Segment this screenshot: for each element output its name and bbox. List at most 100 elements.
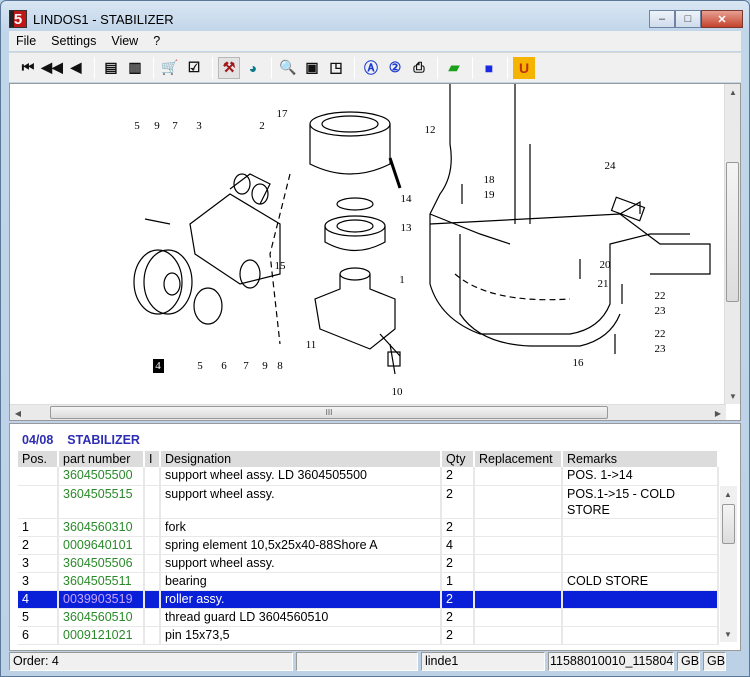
callout-23[interactable]: 23 bbox=[655, 343, 667, 355]
callout-5[interactable]: 5 bbox=[197, 360, 203, 372]
column-header-i[interactable]: I bbox=[144, 451, 161, 467]
page-number: 04/08 bbox=[22, 433, 54, 447]
page-corner-button[interactable]: ◳ bbox=[325, 57, 347, 79]
callout-21[interactable]: 21 bbox=[598, 278, 609, 290]
print-button[interactable]: ⎙ bbox=[408, 57, 430, 79]
page-back-button[interactable]: ▤ bbox=[100, 57, 122, 79]
scroll-down-icon[interactable]: ▼ bbox=[725, 388, 741, 404]
callout-10[interactable]: 10 bbox=[392, 386, 404, 398]
column-header-part-number[interactable]: part number bbox=[58, 451, 145, 467]
table-row[interactable]: 3604505515 support wheel assy. 2 POS.1->15 … bbox=[18, 485, 719, 519]
callout-4[interactable]: 4 bbox=[155, 360, 161, 372]
callout-17[interactable]: 17 bbox=[277, 108, 289, 120]
parts-table-scrollbar[interactable]: ▲ ▼ bbox=[720, 486, 737, 642]
callout-2[interactable]: 2 bbox=[259, 120, 265, 132]
callout-11[interactable]: 11 bbox=[306, 339, 317, 351]
minimize-button[interactable]: – bbox=[649, 10, 675, 28]
callout-15[interactable]: 15 bbox=[275, 260, 287, 272]
cell-designation: fork bbox=[160, 518, 442, 537]
search-a-button[interactable]: Ⓐ bbox=[360, 57, 382, 79]
scroll-right-icon[interactable]: ▶ bbox=[710, 405, 726, 421]
callout-6[interactable]: 6 bbox=[221, 360, 227, 372]
table-scroll-up-icon[interactable]: ▲ bbox=[720, 486, 736, 502]
column-header-replacement[interactable]: Replacement bbox=[474, 451, 563, 467]
cell-remarks bbox=[562, 554, 719, 573]
callout-23[interactable]: 23 bbox=[655, 305, 667, 317]
cell-part: 3604560310 bbox=[58, 518, 145, 537]
callout-1[interactable]: 1 bbox=[399, 274, 405, 286]
application-window: 5 LINDOS1 - STABILIZER – □ ✕ File Settin… bbox=[0, 0, 750, 677]
callout-9[interactable]: 9 bbox=[154, 120, 160, 132]
menu-settings[interactable]: Settings bbox=[44, 34, 104, 48]
close-button[interactable]: ✕ bbox=[701, 10, 743, 28]
column-header-pos[interactable]: Pos. bbox=[18, 451, 59, 467]
cell-qty: 2 bbox=[441, 590, 475, 609]
blue-square-button[interactable]: ■ bbox=[478, 57, 500, 79]
column-header-designation[interactable]: Designation bbox=[160, 451, 442, 467]
notes-button[interactable]: ▰ bbox=[443, 57, 465, 79]
column-header-qty[interactable]: Qty bbox=[441, 451, 475, 467]
table-row[interactable]: 3 3604505506 support wheel assy. 2 bbox=[18, 554, 719, 573]
callout-9[interactable]: 9 bbox=[262, 360, 268, 372]
callout-16[interactable]: 16 bbox=[573, 357, 585, 369]
rewind-button[interactable]: ◀◀ bbox=[41, 57, 63, 79]
horizontal-scroll-thumb[interactable]: III bbox=[50, 406, 608, 419]
callout-7[interactable]: 7 bbox=[243, 360, 249, 372]
menu-help[interactable]: ? bbox=[146, 34, 168, 48]
scroll-up-icon[interactable]: ▲ bbox=[725, 84, 741, 100]
page-forward-button[interactable]: ▥ bbox=[124, 57, 146, 79]
cell-qty: 2 bbox=[441, 626, 475, 645]
callout-18[interactable]: 18 bbox=[484, 174, 496, 186]
menu-file[interactable]: File bbox=[9, 34, 44, 48]
table-scroll-down-icon[interactable]: ▼ bbox=[720, 626, 736, 642]
table-row[interactable]: 2 0009640101 spring element 10,5x25x40-88S… bbox=[18, 536, 719, 555]
globe-button[interactable]: ◕ bbox=[242, 57, 264, 79]
cell-qty: 1 bbox=[441, 572, 475, 591]
cell-qty: 2 bbox=[441, 485, 475, 519]
drawing-vertical-scrollbar[interactable]: ▲ ▼ bbox=[724, 84, 740, 404]
table-row[interactable]: 6 0009121021 pin 15x73,5 2 bbox=[18, 626, 719, 645]
zoom-button[interactable]: 🔍 bbox=[277, 57, 299, 79]
callout-7[interactable]: 7 bbox=[172, 120, 178, 132]
callout-12[interactable]: 12 bbox=[425, 124, 436, 136]
table-row[interactable]: 5 3604560510 thread guard LD 3604560510 2 bbox=[18, 608, 719, 627]
callout-22[interactable]: 22 bbox=[655, 328, 666, 340]
table-row[interactable]: 3604505500 support wheel assy. LD 3604505… bbox=[18, 467, 719, 486]
page-forward-icon: ▥ bbox=[128, 59, 142, 75]
cell-designation: pin 15x73,5 bbox=[160, 626, 442, 645]
table-row[interactable]: 1 3604560310 fork 2 bbox=[18, 518, 719, 537]
vertical-scroll-thumb[interactable] bbox=[726, 162, 739, 302]
callout-24[interactable]: 24 bbox=[605, 160, 617, 172]
callout-13[interactable]: 13 bbox=[401, 222, 413, 234]
cell-part: 3604505515 bbox=[58, 485, 145, 519]
u-button[interactable]: U bbox=[513, 56, 535, 79]
callout-8[interactable]: 8 bbox=[277, 360, 283, 372]
callout-14[interactable]: 14 bbox=[401, 193, 413, 205]
link-button[interactable]: ⚒ bbox=[218, 56, 240, 79]
exploded-drawing[interactable]: 5 9 7 3 2 17 12 18 19 14 13 24 15 1 20 21 22 23 22 23 11 4 5 6 7… bbox=[9, 83, 741, 421]
callout-22[interactable]: 22 bbox=[655, 290, 666, 302]
cell-remarks: POS.1->15 - COLD STORE bbox=[562, 485, 719, 519]
callout-5[interactable]: 5 bbox=[134, 120, 140, 132]
drawing-horizontal-scrollbar[interactable]: ◀ III ▶ bbox=[10, 404, 726, 420]
previous-button[interactable]: ◀ bbox=[65, 57, 87, 79]
toolbar-separator bbox=[153, 56, 154, 79]
first-button[interactable]: ⏮ bbox=[17, 57, 39, 79]
menu-view[interactable]: View bbox=[104, 34, 146, 48]
page-button[interactable]: ▣ bbox=[301, 57, 323, 79]
notes-icon: ▰ bbox=[448, 59, 460, 75]
table-scroll-thumb[interactable] bbox=[722, 504, 735, 544]
cart-button[interactable]: 🛒 bbox=[159, 57, 181, 79]
callout-3[interactable]: 3 bbox=[196, 120, 202, 132]
print-icon: ⎙ bbox=[413, 59, 425, 75]
table-row[interactable]: 3 3604505511 bearing 1 COLD STORE bbox=[18, 572, 719, 591]
checklist-button[interactable]: ☑ bbox=[183, 57, 205, 79]
cell-designation: support wheel assy. bbox=[160, 485, 442, 519]
callout-20[interactable]: 20 bbox=[600, 259, 612, 271]
scroll-left-icon[interactable]: ◀ bbox=[10, 405, 26, 421]
search-2-button[interactable]: ② bbox=[384, 57, 406, 79]
maximize-button[interactable]: □ bbox=[675, 10, 701, 28]
callout-19[interactable]: 19 bbox=[484, 189, 496, 201]
column-header-remarks[interactable]: Remarks bbox=[562, 451, 719, 467]
table-row[interactable]: 4 0039903519 roller assy. 2 bbox=[18, 590, 719, 609]
